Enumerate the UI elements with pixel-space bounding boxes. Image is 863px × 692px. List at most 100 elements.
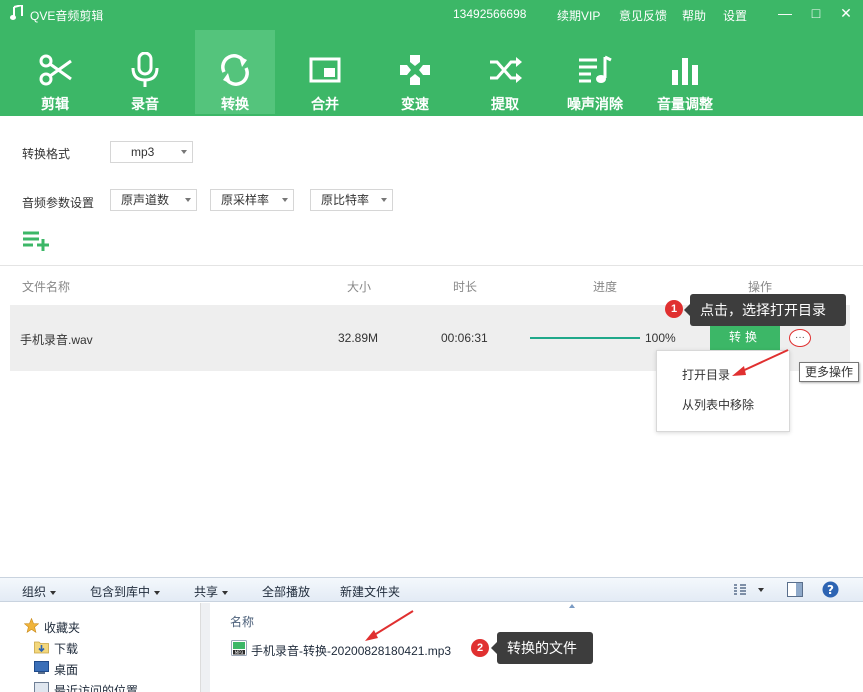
star-icon	[24, 618, 39, 633]
tool-merge[interactable]: 合并	[285, 30, 365, 114]
share-menu[interactable]: 共享	[194, 583, 229, 600]
help-icon[interactable]: ?	[822, 581, 839, 598]
main-toolbar: 剪辑 录音 转换 合并 变速 提取 噪声消除 音量调整	[0, 30, 863, 116]
renew-vip-link[interactable]: 续期VIP	[557, 7, 600, 24]
microphone-icon	[131, 52, 159, 87]
tool-label: 转换	[221, 96, 249, 112]
sample-rate-select-value: 原采样率	[221, 193, 270, 207]
navigation-scrollbar[interactable]	[200, 603, 210, 692]
row-duration: 00:06:31	[441, 331, 488, 345]
convert-button[interactable]: 转换	[710, 325, 780, 350]
col-header-name: 文件名称	[22, 280, 71, 294]
explorer-toolbar: 组织 包含到库中 共享 全部播放 新建文件夹 ?	[0, 578, 863, 602]
col-header-progress: 进度	[593, 280, 618, 294]
audio-params-label: 音频参数设置	[22, 196, 95, 210]
preview-pane-icon[interactable]	[787, 582, 803, 597]
share-label: 共享	[194, 585, 219, 599]
step-callout-2-text: 转换的文件	[507, 640, 577, 656]
view-options-dropdown-icon[interactable]	[758, 588, 764, 592]
desktop-icon	[34, 661, 49, 674]
nav-recent-places[interactable]: 最近访问的位置	[54, 682, 138, 692]
svg-text:?: ?	[827, 583, 834, 597]
app-header: QVE音频剪辑 13492566698 续期VIP 意见反馈 帮助 设置 — □…	[0, 0, 863, 116]
step-badge-1: 1	[665, 300, 683, 318]
column-header-name[interactable]: 名称	[230, 613, 254, 630]
help-link[interactable]: 帮助	[682, 7, 706, 24]
tool-record[interactable]: 录音	[105, 30, 185, 114]
music-note-icon	[10, 5, 23, 20]
format-select-value: mp3	[131, 145, 155, 159]
mp3-file-icon: MP3	[231, 640, 247, 656]
menu-item-remove-from-list[interactable]: 从列表中移除	[682, 396, 754, 413]
maximize-button[interactable]: □	[805, 3, 827, 23]
nav-desktop[interactable]: 桌面	[54, 661, 78, 678]
nav-downloads[interactable]: 下载	[54, 640, 78, 657]
tool-volume-adjust[interactable]: 音量调整	[645, 30, 725, 114]
play-all-button[interactable]: 全部播放	[262, 583, 310, 600]
tool-extract[interactable]: 提取	[465, 30, 545, 114]
svg-text:MP3: MP3	[235, 650, 244, 655]
callout-pointer	[684, 304, 690, 316]
file-explorer-window: 组织 包含到库中 共享 全部播放 新建文件夹 ? 收藏夹 下载 桌面 最近访问的…	[0, 577, 863, 692]
col-header-action: 操作	[748, 280, 773, 294]
tool-label: 录音	[131, 96, 159, 112]
file-item-name[interactable]: 手机录音-转换-20200828180421.mp3	[251, 642, 451, 659]
step-badge-2: 2	[471, 639, 489, 657]
tool-label: 提取	[491, 96, 519, 112]
add-file-list-icon[interactable]	[22, 228, 50, 252]
bitrate-select[interactable]: 原比特率	[310, 189, 393, 211]
progress-bar	[530, 337, 640, 339]
row-file-size: 32.89M	[338, 331, 379, 345]
include-in-library-menu[interactable]: 包含到库中	[90, 583, 161, 600]
app-title: QVE音频剪辑	[30, 9, 104, 23]
feedback-link[interactable]: 意见反馈	[619, 7, 667, 24]
tool-cut[interactable]: 剪辑	[15, 30, 95, 114]
format-label: 转换格式	[22, 147, 71, 161]
chevron-down-icon	[181, 150, 187, 154]
tool-noise-removal[interactable]: 噪声消除	[555, 30, 635, 114]
more-actions-tooltip: 更多操作	[799, 362, 859, 382]
sample-rate-select[interactable]: 原采样率	[210, 189, 294, 211]
divider	[0, 265, 863, 266]
tool-speed[interactable]: 变速	[375, 30, 455, 114]
noise-removal-icon	[579, 55, 612, 83]
channels-select[interactable]: 原声道数	[110, 189, 197, 211]
step-callout-1-text: 点击，选择打开目录	[700, 302, 826, 318]
navigation-pane: 收藏夹 下载 桌面 最近访问的位置	[0, 603, 210, 692]
view-options-icon[interactable]	[733, 584, 747, 596]
downloads-folder-icon	[34, 641, 49, 654]
chevron-down-icon	[282, 198, 288, 202]
channels-select-value: 原声道数	[121, 193, 170, 207]
chevron-down-icon	[222, 590, 229, 595]
callout-pointer	[491, 642, 497, 654]
bitrate-select-value: 原比特率	[321, 193, 370, 207]
organize-menu[interactable]: 组织	[22, 583, 57, 600]
nav-favorites[interactable]: 收藏夹	[44, 619, 80, 636]
chevron-down-icon	[185, 198, 191, 202]
volume-adjust-icon	[672, 58, 698, 85]
extract-icon	[490, 57, 522, 83]
convert-icon	[221, 54, 249, 86]
close-button[interactable]: ✕	[835, 3, 857, 23]
title-bar: QVE音频剪辑 13492566698 续期VIP 意见反馈 帮助 设置 — □…	[0, 0, 863, 28]
tool-convert[interactable]: 转换	[195, 30, 275, 114]
account-phone[interactable]: 13492566698	[453, 7, 526, 21]
recent-places-icon	[34, 682, 49, 692]
more-options-icon[interactable]: ···	[789, 329, 811, 347]
settings-link[interactable]: 设置	[723, 7, 747, 24]
scissors-icon	[39, 54, 72, 86]
chevron-down-icon	[381, 198, 387, 202]
minimize-button[interactable]: —	[774, 3, 796, 23]
chevron-down-icon	[50, 590, 57, 595]
organize-label: 组织	[22, 585, 47, 599]
tool-label: 音量调整	[657, 96, 713, 112]
new-folder-button[interactable]: 新建文件夹	[340, 583, 400, 600]
format-select[interactable]: mp3	[110, 141, 193, 163]
menu-item-open-directory[interactable]: 打开目录	[682, 366, 730, 383]
tool-label: 剪辑	[41, 96, 69, 112]
chevron-down-icon	[154, 590, 161, 595]
tool-label: 合并	[311, 96, 339, 112]
merge-icon	[309, 57, 341, 83]
sort-ascending-icon	[569, 604, 575, 608]
step-callout-2: 转换的文件	[491, 632, 593, 664]
